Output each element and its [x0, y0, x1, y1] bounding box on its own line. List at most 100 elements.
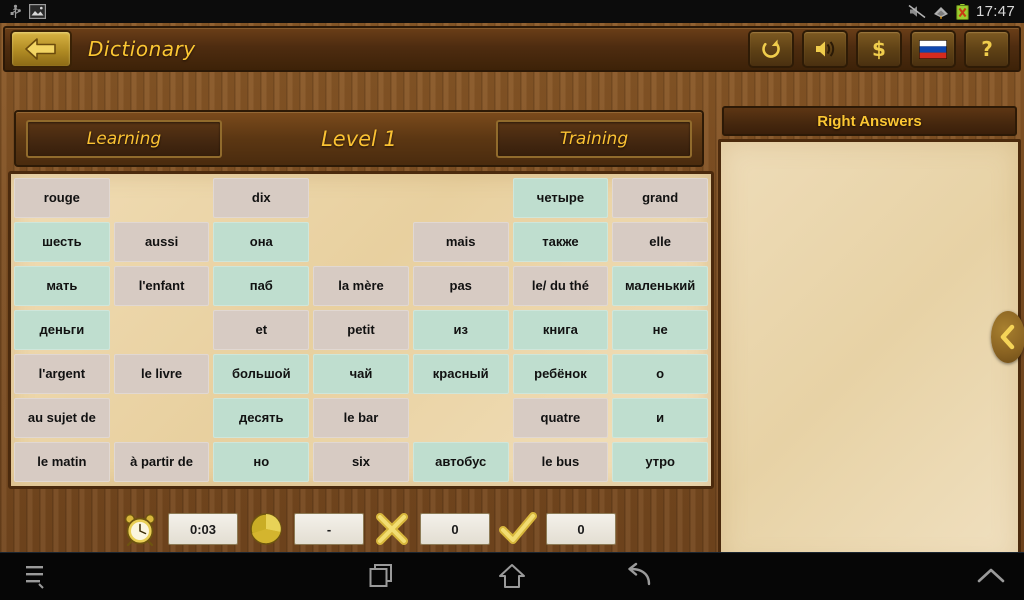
android-status-bar: 17:47 [0, 0, 1024, 23]
russian-flag-icon [919, 39, 947, 59]
question-mark-icon: ? [981, 37, 993, 61]
tab-training-label: Training [559, 128, 629, 149]
back-button[interactable] [10, 30, 72, 68]
grid-cell-word[interactable]: деньги [14, 310, 110, 350]
topbar-actions: $ ? [748, 30, 1019, 68]
chevron-left-icon [1000, 324, 1015, 350]
dollar-icon: $ [872, 37, 886, 61]
sound-button[interactable] [802, 30, 848, 68]
grid-cell-word[interactable]: большой [213, 354, 310, 394]
grid-cell-word[interactable]: mais [412, 222, 509, 262]
app-title-bar: Dictionary $ ? [3, 26, 1021, 72]
tab-learning-label: Learning [86, 128, 162, 149]
grid-cell-word[interactable]: petit [313, 310, 409, 350]
grid-cell-word[interactable]: о [612, 354, 708, 394]
grid-cell-word[interactable]: также [512, 222, 609, 262]
grid-cell-word[interactable]: pas [412, 266, 509, 306]
grid-cell-word[interactable]: чай [313, 354, 409, 394]
level-bar: Learning Level 1 Training [14, 110, 704, 167]
grid-cell-word[interactable]: le livre [113, 354, 210, 394]
grid-cell-word[interactable]: не [612, 310, 708, 350]
refresh-icon [762, 39, 780, 58]
right-answers-title: Right Answers [817, 112, 922, 130]
wrong-value: 0 [420, 513, 490, 545]
grid-cell-word[interactable]: six [313, 442, 409, 482]
grid-cell-empty [114, 310, 210, 350]
grid-cell-word[interactable]: десять [213, 398, 310, 438]
grid-cell-word[interactable]: rouge [14, 178, 110, 218]
grid-cell-word[interactable]: но [213, 442, 310, 482]
refresh-button[interactable] [748, 30, 794, 68]
grid-cell-word[interactable]: elle [612, 222, 708, 262]
chevron-up-icon[interactable] [975, 562, 1007, 595]
android-nav-bar [0, 552, 1024, 600]
grid-cell-word[interactable]: книга [512, 310, 609, 350]
grid-cell-word[interactable]: aussi [113, 222, 210, 262]
word-grid: rouge dix четыре grand шесть aussi она mais такж… [14, 178, 708, 482]
speaker-icon [816, 41, 835, 57]
grid-cell-word[interactable]: dix [213, 178, 310, 218]
svg-text:$: $ [872, 37, 886, 61]
right-answers-panel[interactable] [718, 139, 1021, 567]
grid-cell-word[interactable]: le/ du thé [512, 266, 609, 306]
grid-cell-word[interactable]: la mère [313, 266, 409, 306]
grid-cell-word[interactable]: шесть [14, 222, 110, 262]
battery-error-icon [956, 3, 969, 20]
grid-cell-word[interactable]: маленький [612, 266, 708, 306]
back-arrow-icon [25, 38, 56, 60]
grid-cell-empty [114, 178, 210, 218]
recents-icon[interactable] [368, 562, 398, 595]
grid-cell-word[interactable]: и [612, 398, 708, 438]
grid-cell-word[interactable]: ребёнок [512, 354, 609, 394]
grid-cell-empty [114, 398, 210, 438]
coins-button[interactable]: $ [856, 30, 902, 68]
alarm-clock-icon [120, 510, 160, 548]
level-label: Level 1 [321, 126, 397, 151]
home-icon[interactable] [497, 562, 527, 595]
grid-cell-word[interactable]: автобус [412, 442, 509, 482]
grid-cell-word[interactable]: le matin [14, 442, 110, 482]
back-icon[interactable] [625, 562, 655, 595]
grid-cell-empty [413, 398, 509, 438]
grid-cell-empty [313, 178, 409, 218]
tab-training[interactable]: Training [496, 119, 692, 158]
grid-cell-word[interactable]: à partir de [113, 442, 210, 482]
grid-cell-word[interactable]: красный [412, 354, 509, 394]
stats-bar: 0:03 - 0 0 [120, 510, 616, 548]
language-button[interactable] [910, 30, 956, 68]
cross-icon [372, 510, 412, 548]
grid-cell-word[interactable]: grand [612, 178, 708, 218]
timer-value: 0:03 [168, 513, 238, 545]
right-value: 0 [546, 513, 616, 545]
grid-cell-word[interactable]: она [213, 222, 310, 262]
screenshot-image-icon [29, 4, 46, 19]
usb-icon [10, 4, 21, 18]
grid-cell-word[interactable]: мать [14, 266, 110, 306]
score-value: - [294, 513, 364, 545]
grid-cell-word[interactable]: le bus [512, 442, 609, 482]
grid-cell-word[interactable]: le bar [313, 398, 409, 438]
wifi-icon [933, 7, 948, 19]
check-icon [498, 510, 538, 548]
grid-cell-word[interactable]: l'enfant [113, 266, 210, 306]
right-answers-header: Right Answers [722, 106, 1017, 136]
grid-cell-word[interactable]: паб [213, 266, 310, 306]
status-clock: 17:47 [975, 3, 1015, 20]
word-grid-panel: rouge dix четыре grand шесть aussi она mais такж… [8, 171, 714, 489]
help-button[interactable]: ? [964, 30, 1010, 68]
grid-cell-word[interactable]: из [412, 310, 509, 350]
sphere-icon [246, 510, 286, 548]
panel-collapse-button[interactable] [991, 311, 1024, 363]
grid-cell-word[interactable]: quatre [512, 398, 609, 438]
grid-cell-word[interactable]: четыре [512, 178, 609, 218]
grid-cell-word[interactable]: l'argent [14, 354, 110, 394]
tab-learning[interactable]: Learning [26, 119, 222, 158]
grid-cell-word[interactable]: au sujet de [14, 398, 110, 438]
menu-icon[interactable] [24, 562, 50, 595]
status-left-icons [0, 4, 46, 19]
app-root: Dictionary $ ? Learning Level 1 Training… [0, 23, 1024, 567]
page-title: Dictionary [88, 37, 196, 61]
svg-text:?: ? [981, 37, 993, 61]
grid-cell-word[interactable]: утро [612, 442, 708, 482]
grid-cell-word[interactable]: et [213, 310, 310, 350]
